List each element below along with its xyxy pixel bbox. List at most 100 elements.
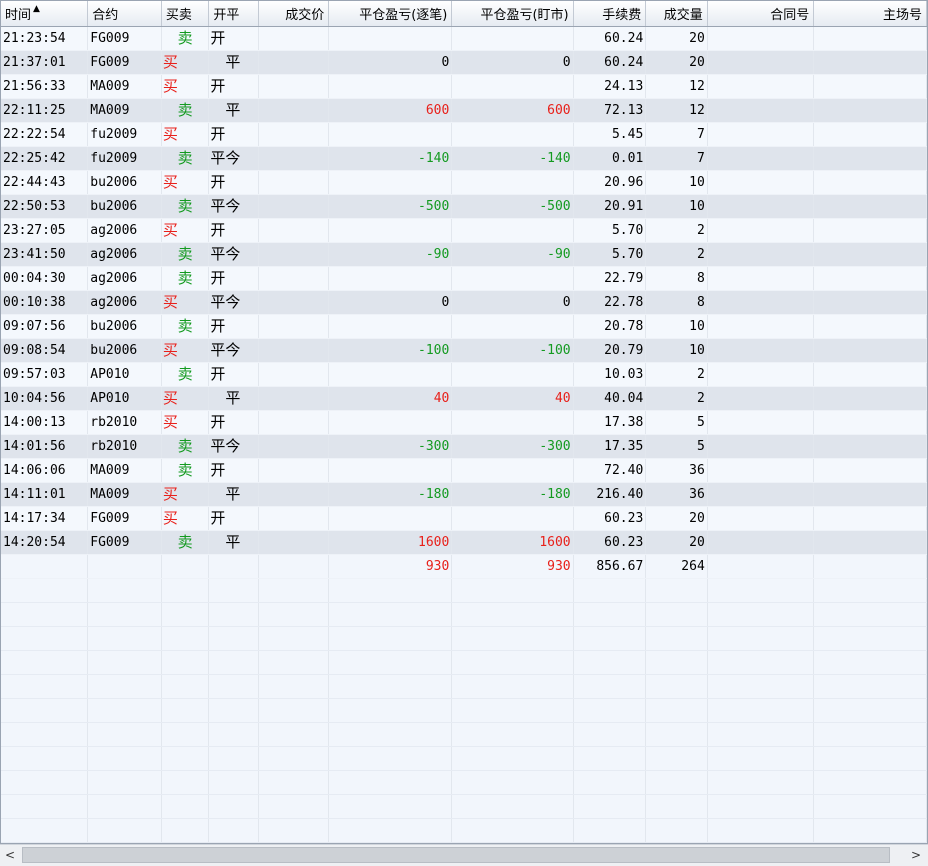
empty-cell [208,554,259,579]
empty-cell [451,818,574,843]
table-row[interactable]: 21:23:54 FG009 卖开 60.24 20 [1,26,927,51]
cell-contract-no [707,50,815,75]
empty-cell [161,770,210,795]
col-header-contract[interactable]: 合约 [87,1,162,27]
table-row[interactable]: 23:27:05 ag2006 买开 5.70 2 [1,218,927,243]
col-header-fee[interactable]: 手续费 [573,1,647,27]
empty-cell [258,602,330,627]
empty-cell [87,674,162,699]
empty-cell [87,818,162,843]
cell-price [258,74,330,99]
cell-contract: AP010 [87,362,162,387]
table-row[interactable]: 09:57:03 AP010 卖开 10.03 2 [1,362,927,387]
empty-cell [451,770,574,795]
cell-price [258,290,330,315]
col-header-time[interactable]: 时间 ▲ [1,1,89,27]
empty-cell [208,746,259,771]
empty-cell [258,626,330,651]
empty-cell [707,794,815,819]
empty-cell [707,650,815,675]
table-row[interactable]: 14:00:13 rb2010 买开 17.38 5 [1,410,927,435]
table-row[interactable]: 22:25:42 fu2009 卖平今 -140 -140 0.01 7 [1,146,927,171]
empty-cell [645,602,708,627]
cell-pnl-mark [451,266,574,291]
cell-open-close: 平 [208,386,259,411]
cell-time: 23:27:05 [1,218,89,243]
table-row[interactable]: 22:22:54 fu2009 买开 5.45 7 [1,122,927,147]
cell-volume: 2 [645,386,708,411]
cell-time: 00:10:38 [1,290,89,315]
table-row[interactable]: 14:01:56 rb2010 卖平今 -300 -300 17.35 5 [1,434,927,459]
empty-row [1,794,927,819]
col-header-pnl-trade[interactable]: 平仓盈亏(逐笔) [328,1,453,27]
cell-pnl-mark: 0 [451,290,574,315]
table-row[interactable]: 14:11:01 MA009 买平 -180 -180 216.40 36 [1,482,927,507]
scrollbar-thumb[interactable] [22,847,890,863]
horizontal-scrollbar[interactable]: < > [0,844,928,866]
table-row[interactable]: 14:06:06 MA009 卖开 72.40 36 [1,458,927,483]
cell-contract-no [707,362,815,387]
cell-pnl-trade [328,122,453,147]
cell-pnl-trade: -100 [328,338,453,363]
cell-main-no [813,122,927,147]
cell-time: 21:37:01 [1,50,89,75]
col-header-side[interactable]: 买卖 [161,1,210,27]
cell-fee: 22.78 [573,290,647,315]
sort-ascending-icon: ▲ [33,4,40,14]
trade-records-grid: 时间 ▲ 合约 买卖 开平 成交价 平仓盈亏(逐笔) 平仓盈亏(盯市) 手续费 成… [0,0,928,844]
empty-cell [707,770,815,795]
cell-side: 卖 [161,146,210,171]
empty-row [1,698,927,723]
cell-volume: 36 [645,482,708,507]
table-row[interactable]: 21:56:33 MA009 买开 24.13 12 [1,74,927,99]
cell-contract-no [707,146,815,171]
cell-fee: 60.24 [573,50,647,75]
cell-open-close: 平 [208,530,259,555]
table-row[interactable]: 09:07:56 bu2006 卖开 20.78 10 [1,314,927,339]
cell-pnl-trade: -90 [328,242,453,267]
table-row[interactable]: 22:44:43 bu2006 买开 20.96 10 [1,170,927,195]
empty-cell [1,578,89,603]
cell-volume: 5 [645,434,708,459]
table-row[interactable]: 00:04:30 ag2006 卖开 22.79 8 [1,266,927,291]
scroll-right-icon[interactable]: > [906,845,926,866]
cell-fee: 60.24 [573,26,647,51]
col-header-contract-no[interactable]: 合同号 [707,1,815,27]
col-header-price[interactable]: 成交价 [258,1,330,27]
table-row[interactable]: 14:20:54 FG009 卖平 1600 1600 60.23 20 [1,530,927,555]
table-row[interactable]: 10:04:56 AP010 买平 40 40 40.04 2 [1,386,927,411]
cell-price [258,482,330,507]
cell-pnl-mark [451,122,574,147]
cell-main-no [813,146,927,171]
cell-volume: 2 [645,362,708,387]
table-row[interactable]: 09:08:54 bu2006 买平今 -100 -100 20.79 10 [1,338,927,363]
table-row[interactable]: 23:41:50 ag2006 卖平今 -90 -90 5.70 2 [1,242,927,267]
empty-cell [208,626,259,651]
cell-pnl-mark: -90 [451,242,574,267]
cell-contract: rb2010 [87,410,162,435]
cell-time: 22:25:42 [1,146,89,171]
cell-time: 14:20:54 [1,530,89,555]
table-row[interactable]: 21:37:01 FG009 买平 0 0 60.24 20 [1,50,927,75]
cell-open-close: 开 [208,170,259,195]
scroll-left-icon[interactable]: < [0,845,20,866]
cell-price [258,146,330,171]
cell-side: 买 [161,122,210,147]
empty-cell [645,626,708,651]
empty-cell [328,770,453,795]
cell-contract: MA009 [87,98,162,123]
empty-cell [1,602,89,627]
table-row[interactable]: 14:17:34 FG009 买开 60.23 20 [1,506,927,531]
cell-contract: MA009 [87,482,162,507]
cell-fee: 20.78 [573,314,647,339]
table-row[interactable]: 22:50:53 bu2006 卖平今 -500 -500 20.91 10 [1,194,927,219]
col-header-pnl-mark[interactable]: 平仓盈亏(盯市) [451,1,574,27]
cell-volume: 8 [645,266,708,291]
empty-cell [573,626,647,651]
col-header-open-close[interactable]: 开平 [208,1,259,27]
empty-cell [87,650,162,675]
table-row[interactable]: 22:11:25 MA009 卖平 600 600 72.13 12 [1,98,927,123]
col-header-volume[interactable]: 成交量 [645,1,708,27]
col-header-main-no[interactable]: 主场号 [813,1,927,27]
table-row[interactable]: 00:10:38 ag2006 买平今 0 0 22.78 8 [1,290,927,315]
